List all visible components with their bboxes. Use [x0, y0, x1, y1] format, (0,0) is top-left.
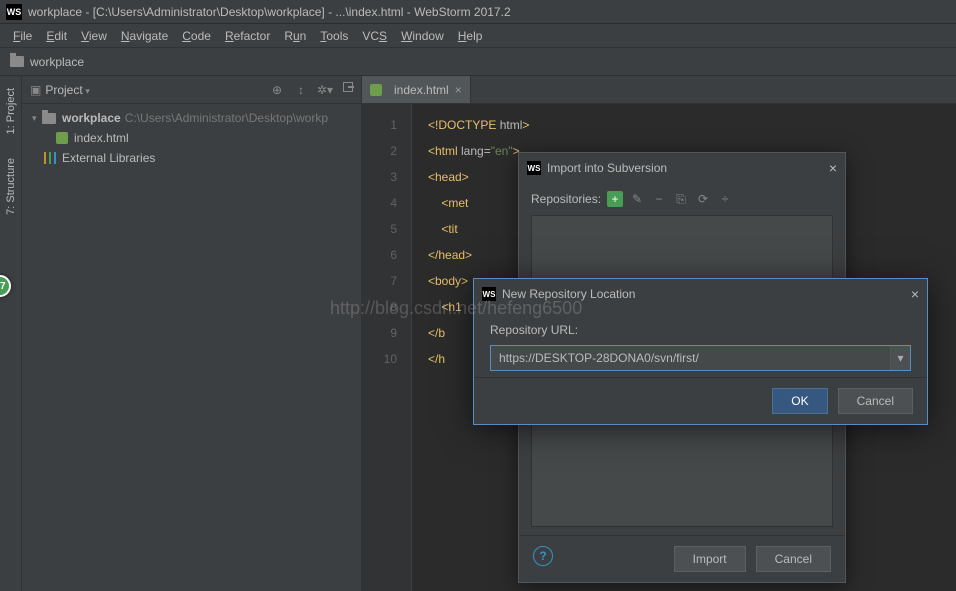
menu-bar: File Edit View Navigate Code Refactor Ru…: [0, 24, 956, 48]
repository-url-combo[interactable]: ▾: [490, 345, 911, 371]
tree-root-label: workplace: [62, 111, 121, 125]
dialog-footer: ? Import Cancel: [519, 535, 845, 582]
tab-index-html[interactable]: index.html ×: [362, 76, 471, 103]
menu-run[interactable]: Run: [277, 26, 313, 46]
import-button[interactable]: Import: [674, 546, 746, 572]
menu-tools[interactable]: Tools: [313, 26, 355, 46]
repositories-toolbar: Repositories: + ✎ − ⎘ ⟳ ÷: [531, 191, 833, 207]
menu-vcs[interactable]: VCS: [355, 26, 394, 46]
ok-button[interactable]: OK: [772, 388, 827, 414]
repository-url-label: Repository URL:: [490, 323, 911, 337]
menu-refactor[interactable]: Refactor: [218, 26, 277, 46]
menu-file[interactable]: File: [6, 26, 39, 46]
tree-libs-label: External Libraries: [62, 151, 155, 165]
repositories-label: Repositories:: [531, 192, 601, 206]
diff-icon[interactable]: ÷: [717, 191, 733, 207]
menu-edit[interactable]: Edit: [39, 26, 74, 46]
folder-icon: [10, 56, 24, 67]
menu-view[interactable]: View: [74, 26, 114, 46]
rail-tab-structure[interactable]: 7: Structure: [2, 146, 20, 227]
add-icon[interactable]: +: [607, 191, 623, 207]
copy-icon[interactable]: ⎘: [673, 191, 689, 207]
dialog-footer: OK Cancel: [474, 377, 927, 424]
refresh-icon[interactable]: ⟳: [695, 191, 711, 207]
libraries-icon: [44, 152, 56, 164]
html-file-icon: [56, 132, 68, 144]
close-icon[interactable]: ×: [829, 160, 837, 176]
window-titlebar: WS workplace - [C:\Users\Administrator\D…: [0, 0, 956, 24]
app-logo-icon: WS: [482, 287, 496, 301]
dialog-titlebar[interactable]: WS Import into Subversion ×: [519, 153, 845, 183]
tree-file-label: index.html: [74, 131, 129, 145]
project-panel: ▣ Project ⊕ ↕ ✲▾ ▾ workplace C:\Users\Ad…: [22, 76, 362, 591]
dialog-title: New Repository Location: [502, 287, 635, 301]
locate-icon[interactable]: ⊕: [269, 82, 285, 98]
folder-icon: [42, 113, 56, 124]
dialog-titlebar[interactable]: WS New Repository Location ×: [474, 279, 927, 309]
app-logo-icon: WS: [527, 161, 541, 175]
project-panel-header: ▣ Project ⊕ ↕ ✲▾: [22, 76, 361, 104]
cancel-button[interactable]: Cancel: [838, 388, 913, 414]
hide-panel-icon[interactable]: [343, 82, 353, 92]
project-icon: ▣: [30, 83, 41, 97]
editor-tabs: index.html ×: [362, 76, 956, 104]
menu-window[interactable]: Window: [394, 26, 451, 46]
close-tab-icon[interactable]: ×: [455, 83, 462, 97]
repository-url-input[interactable]: [491, 351, 890, 365]
help-icon[interactable]: ?: [533, 546, 553, 566]
close-icon[interactable]: ×: [911, 286, 919, 302]
breadcrumb: workplace: [0, 48, 956, 76]
tree-root[interactable]: ▾ workplace C:\Users\Administrator\Deskt…: [22, 108, 361, 128]
remove-icon[interactable]: −: [651, 191, 667, 207]
line-gutter: 123 456 789 10: [362, 104, 412, 591]
edit-icon[interactable]: ✎: [629, 191, 645, 207]
dialog-new-repository-location: WS New Repository Location × Repository …: [473, 278, 928, 425]
project-tree: ▾ workplace C:\Users\Administrator\Deskt…: [22, 104, 361, 172]
breadcrumb-label[interactable]: workplace: [30, 55, 84, 69]
collapse-icon[interactable]: ↕: [293, 82, 309, 98]
tab-label: index.html: [394, 83, 449, 97]
menu-code[interactable]: Code: [175, 26, 218, 46]
tree-external-libs[interactable]: External Libraries: [22, 148, 361, 168]
gear-icon[interactable]: ✲▾: [317, 82, 333, 98]
left-tool-rail: 1: Project 7: Structure: [0, 76, 22, 591]
tree-file-index[interactable]: index.html: [22, 128, 361, 148]
menu-navigate[interactable]: Navigate: [114, 26, 175, 46]
project-view-selector[interactable]: Project: [45, 83, 89, 97]
app-logo-icon: WS: [6, 4, 22, 20]
html-file-icon: [370, 84, 382, 96]
tree-root-path: C:\Users\Administrator\Desktop\workp: [125, 111, 328, 125]
dropdown-icon[interactable]: ▾: [890, 346, 910, 370]
cancel-button[interactable]: Cancel: [756, 546, 831, 572]
dialog-title: Import into Subversion: [547, 161, 667, 175]
menu-help[interactable]: Help: [451, 26, 490, 46]
rail-tab-project[interactable]: 1: Project: [2, 76, 20, 146]
tree-expand-icon[interactable]: ▾: [32, 113, 42, 124]
window-title: workplace - [C:\Users\Administrator\Desk…: [28, 5, 950, 19]
